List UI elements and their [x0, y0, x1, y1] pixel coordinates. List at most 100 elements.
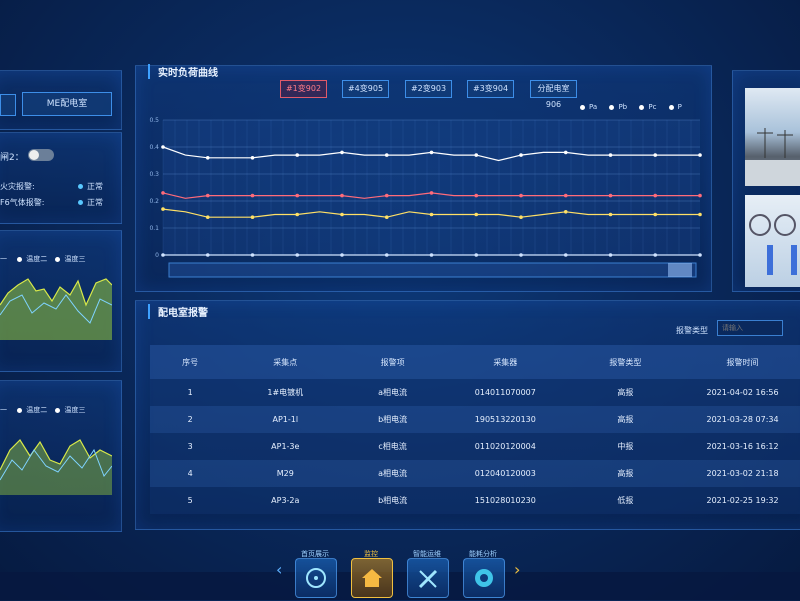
- table-row[interactable]: 2 AP1-1l b相电流 190513220130 高报 2021-03-28…: [150, 406, 800, 433]
- y-tick-label: 0.5: [149, 117, 159, 124]
- legend-pc: Pc: [648, 103, 657, 111]
- data-point: [474, 212, 479, 217]
- y-tick-label: 0.4: [149, 144, 159, 151]
- data-point: [384, 193, 389, 198]
- legend-dot-icon: [17, 407, 23, 413]
- data-point: [653, 253, 658, 257]
- load-line-chart: 0 0.1 0.2 0.3 0.4 0.5: [149, 117, 702, 278]
- data-point: [161, 145, 165, 149]
- data-point: [205, 253, 210, 257]
- data-point: [295, 212, 300, 217]
- table-cell: AP3-2a: [230, 487, 341, 514]
- legend-p: P: [677, 103, 682, 111]
- alarm-panel-title: 配电室报警: [148, 304, 208, 319]
- table-cell: 低报: [565, 487, 686, 514]
- data-point: [295, 253, 300, 257]
- data-point: [250, 253, 255, 257]
- gas-alarm-status: 正常: [78, 197, 103, 208]
- data-point: [384, 153, 389, 157]
- temp-area-chart-2: [0, 439, 112, 495]
- data-point: [563, 210, 568, 214]
- table-cell: 2021-03-02 21:18: [685, 460, 800, 487]
- column-header: 序号: [150, 345, 231, 379]
- table-cell: 高报: [565, 406, 686, 433]
- substation-photo-1[interactable]: [745, 88, 800, 186]
- data-point: [205, 193, 210, 198]
- nav-energy-button[interactable]: [463, 558, 505, 598]
- legend-pa: Pa: [589, 103, 598, 111]
- nav-prev-arrow-icon[interactable]: ‹: [276, 560, 282, 579]
- table-cell: a相电流: [340, 460, 445, 487]
- time-range-scrollbar[interactable]: [168, 262, 697, 278]
- table-cell: M29: [230, 460, 341, 487]
- tab-transformer-905[interactable]: #4变905: [342, 80, 389, 98]
- gas-alarm-label: F6气体报警:: [0, 198, 45, 207]
- alarm-table: 序号 采集点 报警项 采集器 报警类型 报警时间 1 1#电镀机 a相电流 01…: [150, 345, 800, 514]
- table-cell: 2021-02-25 19:32: [685, 487, 800, 514]
- data-point: [429, 150, 434, 155]
- tab-transformer-903[interactable]: #2变903: [405, 80, 452, 98]
- tab-transformer-904[interactable]: #3变904: [467, 80, 514, 98]
- y-tick-label: 0.1: [149, 225, 159, 232]
- table-cell: 190513220130: [445, 406, 566, 433]
- tab-transformer-902[interactable]: #1变902: [280, 80, 327, 98]
- table-cell: 2021-03-28 07:34: [685, 406, 800, 433]
- table-cell: c相电流: [340, 433, 445, 460]
- legend-dot-icon: [17, 256, 23, 262]
- data-point: [250, 215, 255, 219]
- data-point: [653, 212, 658, 217]
- table-cell: AP1-1l: [230, 406, 341, 433]
- data-point: [429, 191, 434, 195]
- table-row[interactable]: 4 M29 a相电流 012040120003 高报 2021-03-02 21…: [150, 460, 800, 487]
- data-point: [384, 253, 389, 257]
- table-cell: 3: [150, 433, 231, 460]
- table-row[interactable]: 3 AP1-3e c相电流 011020120004 中报 2021-03-16…: [150, 433, 800, 460]
- data-point: [698, 253, 702, 257]
- table-header-row: 序号 采集点 报警项 采集器 报警类型 报警时间: [150, 345, 800, 379]
- house-icon: [362, 569, 382, 587]
- table-cell: AP1-3e: [230, 433, 341, 460]
- bottom-nav-bar: [0, 572, 800, 600]
- data-point: [519, 253, 523, 257]
- legend-pb: Pb: [618, 103, 628, 111]
- nav-home-button[interactable]: [295, 558, 337, 598]
- wrench-icon: [418, 569, 438, 589]
- table-cell: 2021-04-02 16:56: [685, 379, 800, 406]
- alarm-type-input[interactable]: [717, 320, 783, 336]
- nav-ops-button[interactable]: [407, 558, 449, 598]
- legend-item: 温度二: [26, 255, 48, 263]
- gauge-icon: [475, 569, 493, 587]
- table-cell: 高报: [565, 379, 686, 406]
- table-cell: 2: [150, 406, 231, 433]
- column-header: 报警类型: [565, 345, 686, 379]
- data-point: [474, 153, 479, 157]
- scrollbar-handle[interactable]: [668, 263, 692, 277]
- data-point: [698, 153, 702, 157]
- table-cell: 4: [150, 460, 231, 487]
- table-cell: 151028010230: [445, 487, 566, 514]
- legend-dot-icon: [668, 104, 674, 110]
- tab-sub-room-906[interactable]: 分配电室906: [530, 80, 577, 109]
- data-point: [161, 253, 165, 257]
- data-point: [563, 253, 568, 257]
- data-point: [429, 253, 434, 257]
- legend-dot-icon: [55, 407, 61, 413]
- left-tab-me-room[interactable]: ME配电室: [22, 92, 112, 116]
- nav-next-arrow-icon[interactable]: ›: [514, 560, 520, 579]
- table-row[interactable]: 5 AP3-2a b相电流 151028010230 低报 2021-02-25…: [150, 487, 800, 514]
- data-point: [474, 193, 479, 198]
- table-cell: 012040120003: [445, 460, 566, 487]
- column-header: 采集器: [445, 345, 566, 379]
- legend-item: 温度三: [64, 255, 86, 263]
- load-curve-title: 实时负荷曲线: [148, 64, 218, 79]
- switch-toggle[interactable]: [28, 149, 54, 161]
- table-row[interactable]: 1 1#电镀机 a相电流 014011070007 高报 2021-04-02 …: [150, 379, 800, 406]
- data-point: [384, 215, 389, 219]
- data-point: [205, 215, 210, 219]
- nav-monitor-button[interactable]: [351, 558, 393, 598]
- left-tab-a[interactable]: [0, 94, 16, 116]
- column-header: 采集点: [230, 345, 341, 379]
- substation-photo-2[interactable]: [745, 195, 800, 287]
- legend-item: 一: [0, 255, 7, 263]
- table-cell: 2021-03-16 16:12: [685, 433, 800, 460]
